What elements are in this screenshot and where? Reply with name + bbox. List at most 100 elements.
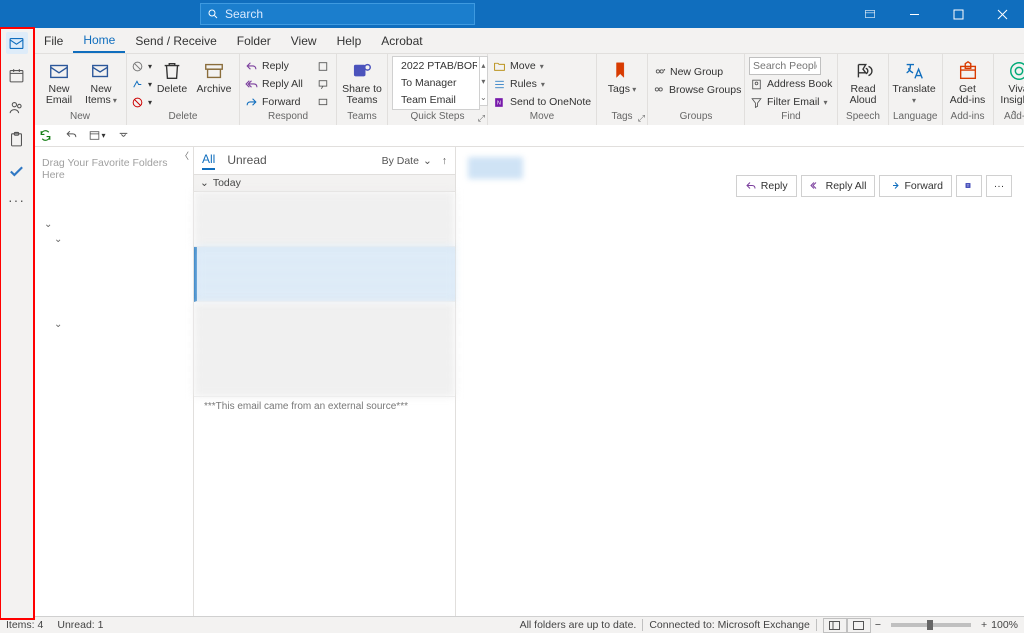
zoom-slider[interactable] xyxy=(891,623,971,627)
rp-reply-all-button[interactable]: Reply All xyxy=(801,175,876,197)
menu-home[interactable]: Home xyxy=(73,28,125,53)
ribbon-group-speech: Read Aloud Speech xyxy=(838,54,889,125)
menu-acrobat[interactable]: Acrobat xyxy=(371,28,432,53)
share-to-teams-button[interactable]: T Share to Teams xyxy=(341,56,383,106)
message-tab-all[interactable]: All xyxy=(202,152,215,170)
ribbon-group-respond: Reply Reply All Forward Respond xyxy=(240,54,337,125)
read-aloud-button[interactable]: Read Aloud xyxy=(842,56,884,106)
tags-button[interactable]: Tags xyxy=(601,56,643,95)
quickstep-2[interactable]: To Manager xyxy=(394,75,478,91)
todo-rail-button[interactable] xyxy=(6,160,28,182)
translate-button[interactable]: Translate xyxy=(893,56,935,106)
people-rail-button[interactable] xyxy=(6,96,28,118)
new-items-button[interactable]: New Items xyxy=(80,56,122,106)
message-item-2[interactable] xyxy=(194,247,455,302)
move-button[interactable]: Move xyxy=(492,58,592,74)
search-box[interactable] xyxy=(200,3,475,25)
sync-button[interactable] xyxy=(36,127,54,145)
junk-button[interactable]: ▾ xyxy=(131,94,151,110)
status-sync: All folders are up to date. xyxy=(520,619,637,631)
viva-insights-button[interactable]: Viva Insights xyxy=(998,56,1024,106)
more-respond-button[interactable] xyxy=(316,94,332,110)
rules-button[interactable]: Rules xyxy=(492,76,592,92)
meeting-button[interactable] xyxy=(316,58,332,74)
message-item-1[interactable] xyxy=(194,192,455,247)
ribbon-group-find: Address Book Filter Email Find xyxy=(745,54,838,125)
menu-view[interactable]: View xyxy=(281,28,327,53)
ignore-button[interactable]: ▾ xyxy=(131,58,151,74)
quickstep-scroll[interactable]: ▴▾⌄ xyxy=(480,56,488,106)
ribbon-group-move: Move Rules NSend to OneNote Move xyxy=(488,54,597,125)
send-onenote-button[interactable]: NSend to OneNote xyxy=(492,94,592,110)
folder-expander-2[interactable]: ⌄ xyxy=(40,232,189,247)
message-tab-unread[interactable]: Unread xyxy=(227,153,266,169)
svg-text:N: N xyxy=(497,100,501,106)
search-input[interactable] xyxy=(225,7,468,21)
rp-forward-button[interactable]: Forward xyxy=(879,175,952,197)
minimize-button[interactable] xyxy=(892,0,936,28)
mail-rail-button[interactable] xyxy=(6,32,28,54)
view-switcher[interactable] xyxy=(823,618,871,633)
message-item-3[interactable] xyxy=(194,302,455,397)
rp-reply-button[interactable]: Reply xyxy=(736,175,797,197)
search-people-input[interactable] xyxy=(749,58,833,74)
close-button[interactable] xyxy=(980,0,1024,28)
menu-file[interactable]: File xyxy=(34,28,73,53)
delete-button[interactable]: Delete xyxy=(151,56,193,95)
quicksteps-launcher[interactable]: ⤢ xyxy=(478,113,485,124)
collapse-ribbon-button[interactable]: ⌃ xyxy=(1010,110,1018,121)
ribbon-group-quicksteps: 2022 PTAB/BOR... To Manager Team Email ▴… xyxy=(388,54,488,125)
calendar-rail-button[interactable] xyxy=(6,64,28,86)
group-label-language: Language xyxy=(893,111,938,125)
view-reading[interactable] xyxy=(847,618,871,633)
menu-send-receive[interactable]: Send / Receive xyxy=(125,28,226,53)
reply-button[interactable]: Reply xyxy=(244,58,316,74)
search-icon xyxy=(207,8,219,20)
new-group-button[interactable]: New Group xyxy=(652,64,740,80)
filter-email-button[interactable]: Filter Email xyxy=(749,94,833,110)
group-label-move: Move xyxy=(492,111,592,125)
rp-teams-button[interactable]: T xyxy=(956,175,982,197)
archive-button[interactable]: Archive xyxy=(193,56,235,95)
rp-more-button[interactable]: ··· xyxy=(986,175,1012,197)
message-subject-redacted xyxy=(468,157,523,179)
zoom-in[interactable]: + xyxy=(981,619,987,631)
tasks-rail-button[interactable] xyxy=(6,128,28,150)
quickstep-1[interactable]: 2022 PTAB/BOR... xyxy=(394,58,478,74)
tags-launcher[interactable]: ⤢ xyxy=(638,113,645,124)
group-header-today[interactable]: ⌄Today xyxy=(194,175,455,192)
maximize-button[interactable] xyxy=(936,0,980,28)
quick-access-toolbar: ▾ xyxy=(0,125,1024,147)
address-book-button[interactable]: Address Book xyxy=(749,76,833,92)
collapse-folder-pane[interactable]: 〈 xyxy=(180,149,189,162)
reply-all-button[interactable]: Reply All xyxy=(244,76,316,92)
group-label-speech: Speech xyxy=(842,111,884,125)
menu-help[interactable]: Help xyxy=(327,28,372,53)
group-label-delete: Delete xyxy=(131,111,235,125)
browse-groups-button[interactable]: Browse Groups xyxy=(652,82,740,98)
group-label-tags: Tags xyxy=(601,111,643,125)
status-items: Items: 4 xyxy=(6,619,43,631)
get-addins-button[interactable]: Get Add-ins xyxy=(947,56,989,106)
ribbon-display-button[interactable] xyxy=(848,0,892,28)
navigation-rail: ··· xyxy=(0,28,34,619)
folder-expander-1[interactable]: ⌄ xyxy=(40,217,189,232)
external-source-note: ***This email came from an external sour… xyxy=(194,397,455,416)
forward-button[interactable]: Forward xyxy=(244,94,316,110)
folder-expander-3[interactable]: ⌄ xyxy=(40,317,189,332)
group-label-new: New xyxy=(38,111,122,125)
menu-folder[interactable]: Folder xyxy=(227,28,281,53)
im-button[interactable] xyxy=(316,76,332,92)
menu-bar: File Home Send / Receive Folder View Hel… xyxy=(0,28,1024,54)
cleanup-button[interactable]: ▾ xyxy=(131,76,151,92)
zoom-out[interactable]: − xyxy=(875,619,881,631)
view-normal[interactable] xyxy=(823,618,847,633)
new-email-button[interactable]: New Email xyxy=(38,56,80,106)
group-label-respond: Respond xyxy=(244,111,332,125)
quickstep-3[interactable]: Team Email xyxy=(394,92,478,108)
folder-qat-button[interactable]: ▾ xyxy=(88,127,106,145)
more-rail-button[interactable]: ··· xyxy=(8,192,25,208)
customize-qat-button[interactable] xyxy=(114,127,132,145)
sort-button[interactable]: By Date⌄↑ xyxy=(382,155,447,167)
undo-button[interactable] xyxy=(62,127,80,145)
